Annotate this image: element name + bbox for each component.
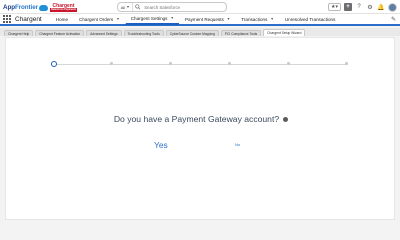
chevron-down-icon[interactable]: ▼ <box>270 17 273 21</box>
app-launcher-icon[interactable] <box>3 15 11 23</box>
setup-wizard-panel: Do you have a Payment Gateway account? Y… <box>5 37 395 220</box>
nav-item-transactions[interactable]: Transactions ▼ <box>235 13 279 25</box>
edit-nav-pencil-icon[interactable]: ✎ <box>391 16 396 23</box>
logo-text: AppFrontier <box>3 4 38 11</box>
tab-pci-compliance-tools[interactable]: PCI Compliance Tools <box>220 30 262 36</box>
gear-icon[interactable]: ⚙ <box>366 3 374 11</box>
yes-button[interactable]: Yes <box>154 140 168 150</box>
help-info-icon[interactable] <box>283 117 289 123</box>
chevron-down-icon[interactable]: ▼ <box>227 17 230 21</box>
nav-item-chargent-orders[interactable]: Chargent Orders ▼ <box>73 13 125 25</box>
chevron-down-icon[interactable]: ▼ <box>170 16 173 20</box>
progress-step-6 <box>345 62 348 65</box>
question-text: Do you have a Payment Gateway account? <box>113 114 280 124</box>
app-name: Chargent <box>15 15 42 23</box>
search-icon <box>135 4 141 10</box>
help-icon[interactable]: ? <box>355 3 363 11</box>
search-input[interactable] <box>144 4 227 10</box>
progress-step-4 <box>228 62 231 65</box>
wizard-question: Do you have a Payment Gateway account? <box>6 114 396 124</box>
nav-item-home[interactable]: Home <box>50 13 73 25</box>
nav-item-chargent-settings[interactable]: Chargent Settings ▼ <box>124 13 179 25</box>
settings-subtabs: Chargent Help Chargent Feature Activatio… <box>0 28 400 36</box>
favorites-star-icon[interactable]: ★▾ <box>328 3 341 11</box>
nav-item-unresolved-transactions[interactable]: Unresolved Transactions <box>279 13 341 25</box>
tab-cybersource-custom-mapping[interactable]: CyberSource Custom Mapping <box>165 30 219 36</box>
progress-step-3 <box>169 62 172 65</box>
global-search: All ▼ <box>117 2 227 12</box>
chevron-down-icon[interactable]: ▼ <box>116 17 119 21</box>
progress-step-2 <box>110 62 113 65</box>
chargent-brand-badge: Chargent Salesforce Payments <box>49 2 78 12</box>
wizard-progress-indicator <box>51 61 348 67</box>
progress-step-5 <box>287 62 290 65</box>
cloud-icon <box>38 4 48 11</box>
app-nav-bar: Chargent Home Chargent Orders ▼ Chargent … <box>0 14 400 26</box>
chevron-down-icon: ▼ <box>126 5 130 9</box>
nav-item-payment-requests[interactable]: Payment Requests ▼ <box>179 13 235 25</box>
tab-chargent-help[interactable]: Chargent Help <box>4 30 34 36</box>
progress-track <box>52 63 348 65</box>
avatar[interactable] <box>388 2 397 12</box>
global-header: AppFrontier Chargent Salesforce Payments … <box>0 0 400 14</box>
tab-advanced-settings[interactable]: Advanced Settings <box>86 30 122 36</box>
progress-step-1 <box>51 61 57 67</box>
no-button[interactable]: No <box>235 142 240 147</box>
tab-chargent-setup-wizard[interactable]: Chargent Setup Wizard <box>263 29 306 36</box>
header-utility-icons: ★▾ + ? ⚙ 🔔 <box>328 2 397 12</box>
appfrontier-logo[interactable]: AppFrontier Chargent Salesforce Payments <box>3 2 78 12</box>
tab-chargent-feature-activation[interactable]: Chargent Feature Activation <box>35 30 85 36</box>
bell-icon[interactable]: 🔔 <box>377 3 385 11</box>
search-scope-dropdown[interactable]: All ▼ <box>118 3 134 11</box>
tab-troubleshooting-tools[interactable]: Troubleshooting Tools <box>123 30 164 36</box>
add-icon[interactable]: + <box>344 3 352 11</box>
